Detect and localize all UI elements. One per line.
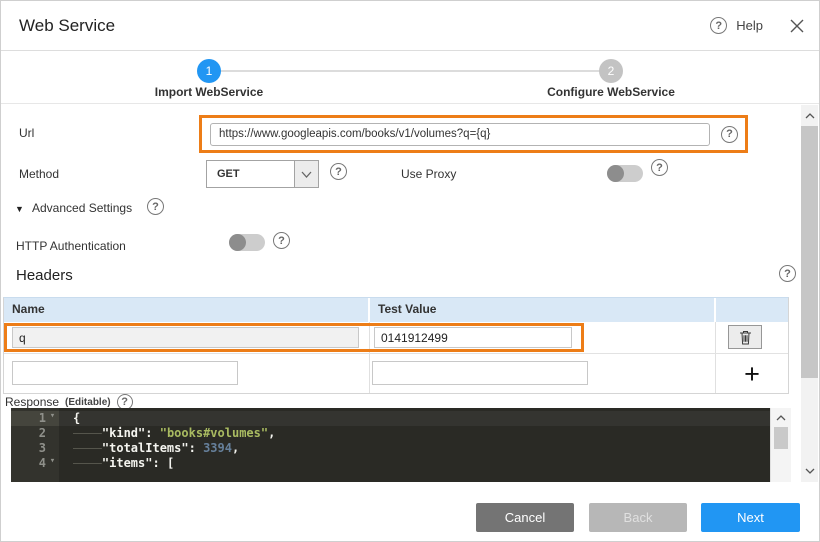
header-name-input[interactable]: [12, 327, 359, 348]
editor-line-number: 1▾: [11, 411, 59, 426]
column-header-test-value: Test Value: [370, 298, 716, 322]
step-1-circle: 1: [197, 59, 221, 83]
scroll-up-icon[interactable]: [801, 108, 818, 124]
response-code-editor[interactable]: 1▾234▾ { "kind": "books#volumes", "total…: [11, 408, 791, 482]
table-header-row: Name Test Value: [4, 298, 788, 322]
use-proxy-toggle[interactable]: [607, 165, 643, 182]
http-auth-label: HTTP Authentication: [16, 239, 126, 253]
editor-code-line[interactable]: {: [59, 411, 770, 426]
headers-section-title: Headers: [16, 267, 73, 284]
response-editable-label: (Editable): [65, 397, 111, 408]
step-2-label: Configure WebService: [501, 85, 721, 99]
editor-scroll-up-icon[interactable]: [771, 412, 791, 424]
editor-line-number: 4▾: [11, 456, 59, 471]
http-auth-help-icon[interactable]: ?: [273, 232, 290, 249]
dialog-title: Web Service: [19, 16, 115, 36]
headers-help-icon[interactable]: ?: [779, 265, 796, 282]
web-service-dialog: Web Service ? Help 1 2 Import WebService…: [0, 0, 820, 542]
add-row-button[interactable]: +: [716, 354, 788, 393]
wizard-stepper: 1 2 Import WebService Configure WebServi…: [1, 52, 819, 104]
chevron-down-icon: [294, 161, 318, 187]
editor-code-line[interactable]: "totalItems": 3394,: [59, 441, 770, 456]
table-row: [4, 322, 788, 354]
next-button[interactable]: Next: [701, 503, 800, 532]
collapse-caret-icon[interactable]: ▼: [15, 204, 24, 214]
close-icon[interactable]: [790, 19, 804, 33]
url-label: Url: [19, 126, 34, 140]
column-header-actions: [716, 298, 788, 322]
url-highlight-box: ?: [199, 115, 748, 153]
use-proxy-help-icon[interactable]: ?: [651, 159, 668, 176]
method-help-icon[interactable]: ?: [330, 163, 347, 180]
step-2-circle: 2: [599, 59, 623, 83]
http-auth-toggle[interactable]: [229, 234, 265, 251]
headers-table: Name Test Value: [3, 297, 789, 394]
editor-line-number: 2: [11, 426, 59, 441]
back-button[interactable]: Back: [589, 503, 687, 532]
delete-row-button[interactable]: [728, 325, 762, 349]
line-number: 2: [11, 426, 46, 441]
toggle-knob: [607, 165, 624, 182]
fold-icon[interactable]: ▾: [46, 456, 59, 471]
method-select[interactable]: GET: [206, 160, 319, 188]
response-label: Response: [5, 395, 59, 409]
page-scrollbar[interactable]: [801, 105, 818, 482]
form-content: Url ? Method GET ? Use Proxy ? ▼ Advance…: [1, 105, 801, 482]
dialog-footer: Cancel Back Next: [1, 482, 819, 542]
use-proxy-label: Use Proxy: [401, 167, 456, 181]
editor-line-number: 3: [11, 441, 59, 456]
advanced-settings-help-icon[interactable]: ?: [147, 198, 164, 215]
advanced-settings-label[interactable]: Advanced Settings: [32, 201, 132, 215]
cancel-button[interactable]: Cancel: [476, 503, 574, 532]
line-number: 4: [11, 456, 46, 471]
url-input[interactable]: [210, 123, 710, 146]
editor-code-line[interactable]: "items": [: [59, 456, 770, 471]
stepper-connector: [211, 70, 609, 72]
column-header-name: Name: [4, 298, 370, 322]
help-label[interactable]: Help: [736, 18, 763, 33]
header-name-input[interactable]: [12, 361, 238, 385]
editor-scrollbar-thumb[interactable]: [774, 427, 788, 449]
fold-spacer: [46, 426, 59, 441]
method-select-value: GET: [207, 161, 294, 187]
help-icon[interactable]: ?: [710, 17, 727, 34]
method-label: Method: [19, 167, 59, 181]
dialog-header: Web Service ? Help: [1, 1, 819, 51]
step-1-label: Import WebService: [99, 85, 319, 99]
line-number: 1: [11, 411, 46, 426]
fold-icon[interactable]: ▾: [46, 411, 59, 426]
editor-code-line[interactable]: "kind": "books#volumes",: [59, 426, 770, 441]
toggle-knob: [229, 234, 246, 251]
line-number: 3: [11, 441, 46, 456]
editor-code-area[interactable]: { "kind": "books#volumes", "totalItems":…: [59, 408, 770, 482]
trash-icon: [739, 330, 752, 345]
editor-gutter: 1▾234▾: [11, 408, 59, 482]
url-help-icon[interactable]: ?: [721, 126, 738, 143]
header-test-value-input[interactable]: [372, 361, 588, 385]
header-test-value-input[interactable]: [374, 327, 572, 348]
fold-spacer: [46, 441, 59, 456]
page-scrollbar-thumb[interactable]: [801, 126, 818, 378]
table-row: +: [4, 354, 788, 393]
scroll-down-icon[interactable]: [801, 463, 818, 479]
editor-scrollbar[interactable]: [770, 408, 791, 482]
